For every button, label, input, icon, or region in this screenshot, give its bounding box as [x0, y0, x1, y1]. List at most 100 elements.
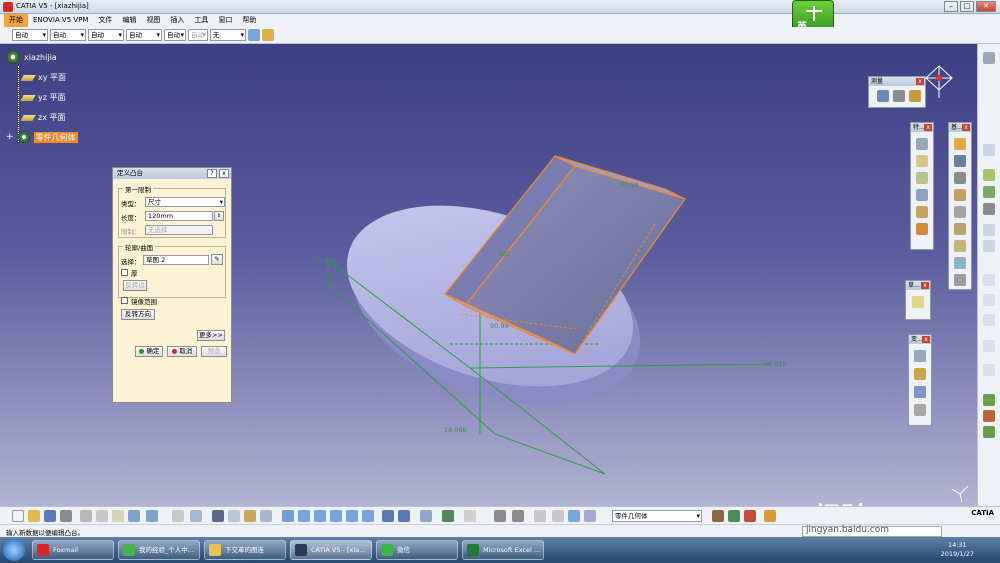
gear-icon[interactable]	[983, 52, 995, 64]
tree-root[interactable]: xiazhijia	[6, 50, 57, 64]
material-icon[interactable]	[764, 510, 776, 522]
analysis-icon[interactable]	[983, 364, 995, 376]
dim-label-bottom[interactable]: 18.068	[444, 426, 467, 434]
close-icon[interactable]: x	[922, 336, 930, 343]
task-folder[interactable]: 下交革的图连	[204, 540, 286, 560]
screen-icon[interactable]	[260, 510, 272, 522]
axis-system-icon[interactable]	[983, 294, 995, 306]
print-icon[interactable]	[60, 510, 72, 522]
body-icon[interactable]	[584, 510, 596, 522]
close-button[interactable]: x	[219, 169, 229, 178]
task-browser[interactable]: 我的经验_个人中...	[118, 540, 200, 560]
axis-icon[interactable]	[534, 510, 546, 522]
pocket-icon[interactable]	[916, 155, 928, 167]
task-foxmail[interactable]: Foxmail	[32, 540, 114, 560]
reverse-direction-button[interactable]: 反转方向	[121, 309, 155, 320]
close-icon[interactable]: x	[924, 124, 932, 131]
zoom-in-icon[interactable]	[346, 510, 358, 522]
menu-tools[interactable]: 工具	[189, 14, 213, 27]
copy-icon[interactable]	[96, 510, 108, 522]
clock[interactable]: 14:31 2019/1/27	[941, 541, 974, 559]
table-icon[interactable]	[212, 510, 224, 522]
update-icon[interactable]	[983, 274, 995, 286]
menu-edit[interactable]: 编辑	[117, 14, 141, 27]
close-icon[interactable]: x	[921, 282, 929, 289]
law-icon[interactable]	[244, 510, 256, 522]
save-icon[interactable]	[44, 510, 56, 522]
dim-label-right[interactable]: 20.018	[764, 360, 787, 368]
select-arrow-icon[interactable]	[983, 144, 995, 156]
remove-face-icon[interactable]	[954, 240, 966, 252]
groove-icon[interactable]	[916, 189, 928, 201]
thickness-icon[interactable]	[954, 206, 966, 218]
knowledge-icon[interactable]	[983, 410, 995, 422]
layer-disabled-combo[interactable]: 自动	[188, 29, 208, 41]
properties-icon[interactable]	[262, 29, 274, 41]
type-select[interactable]: 尺寸 ▾	[145, 197, 225, 207]
fill-color-combo[interactable]: 自动	[12, 29, 48, 41]
menu-view[interactable]: 视图	[141, 14, 165, 27]
knowledge-wizard-icon[interactable]	[190, 510, 202, 522]
constraint-icon[interactable]	[983, 340, 995, 352]
layer-combo[interactable]: 无	[210, 29, 246, 41]
length-input[interactable]: 120mm	[145, 211, 213, 221]
pattern-icon[interactable]	[914, 386, 926, 398]
pan-icon[interactable]	[314, 510, 326, 522]
dim-label-120[interactable]: 120	[498, 250, 510, 258]
boolean-icon[interactable]	[712, 510, 724, 522]
sphere-icon[interactable]	[983, 169, 995, 181]
fly-mode-icon[interactable]	[282, 510, 294, 522]
whats-this-icon[interactable]	[146, 510, 158, 522]
paste-icon[interactable]	[112, 510, 124, 522]
rib-icon[interactable]	[916, 223, 928, 235]
menu-start[interactable]: 开始	[4, 14, 28, 27]
line-type-combo[interactable]: 自动	[126, 29, 162, 41]
cut-icon[interactable]	[80, 510, 92, 522]
minimize-button[interactable]: –	[944, 1, 958, 12]
sketch-mode-icon[interactable]	[568, 510, 580, 522]
menu-file[interactable]: 文件	[93, 14, 117, 27]
reverse-side-button[interactable]: 反转边	[123, 280, 147, 291]
assemble-icon[interactable]	[728, 510, 740, 522]
fillet-icon[interactable]	[954, 138, 966, 150]
sketch-icon[interactable]	[912, 296, 924, 308]
pad-icon[interactable]	[916, 138, 928, 150]
update-all-icon[interactable]	[494, 510, 506, 522]
menu-window[interactable]: 窗口	[213, 14, 237, 27]
help-button[interactable]: ?	[207, 169, 217, 178]
rotate-icon[interactable]	[330, 510, 342, 522]
task-wechat[interactable]: 微信	[376, 540, 458, 560]
system-tray[interactable]	[832, 544, 912, 556]
mirror-extent-checkbox[interactable]	[121, 297, 128, 304]
thread-icon[interactable]	[954, 223, 966, 235]
chamfer-icon[interactable]	[954, 155, 966, 167]
remove-icon[interactable]	[744, 510, 756, 522]
menu-help[interactable]: 帮助	[237, 14, 261, 27]
hole-icon[interactable]	[916, 206, 928, 218]
apply-material-icon[interactable]	[983, 426, 995, 438]
catalog-icon[interactable]	[983, 394, 995, 406]
iso-view-icon[interactable]	[398, 510, 410, 522]
scale-icon[interactable]	[914, 404, 926, 416]
start-button[interactable]	[3, 539, 25, 561]
cancel-button[interactable]: ● 取消	[167, 346, 197, 357]
tree-item-yz-plane[interactable]: yz 平面	[20, 92, 65, 103]
shaft-icon[interactable]	[916, 172, 928, 184]
preview-button[interactable]: 预览	[201, 346, 227, 357]
translate-icon[interactable]	[914, 350, 926, 362]
measure-inertia-icon[interactable]	[909, 90, 921, 102]
current-body-combo[interactable]: 零件几何体	[612, 510, 702, 522]
edit-sketch-button[interactable]: ✎	[211, 254, 223, 265]
design-table-icon[interactable]	[228, 510, 240, 522]
length-stepper[interactable]: ⇕	[214, 211, 224, 221]
green-sphere-icon[interactable]	[983, 186, 995, 198]
task-catia[interactable]: CATIA V5 - [xia...	[290, 540, 372, 560]
replace-face-icon[interactable]	[954, 257, 966, 269]
hide-show-icon[interactable]	[442, 510, 454, 522]
render-icon[interactable]	[983, 203, 995, 215]
zoom-out-icon[interactable]	[362, 510, 374, 522]
undo-icon[interactable]	[128, 510, 140, 522]
measure-item-icon[interactable]	[893, 90, 905, 102]
grid-icon[interactable]	[552, 510, 564, 522]
format-painter-icon[interactable]	[248, 29, 260, 41]
